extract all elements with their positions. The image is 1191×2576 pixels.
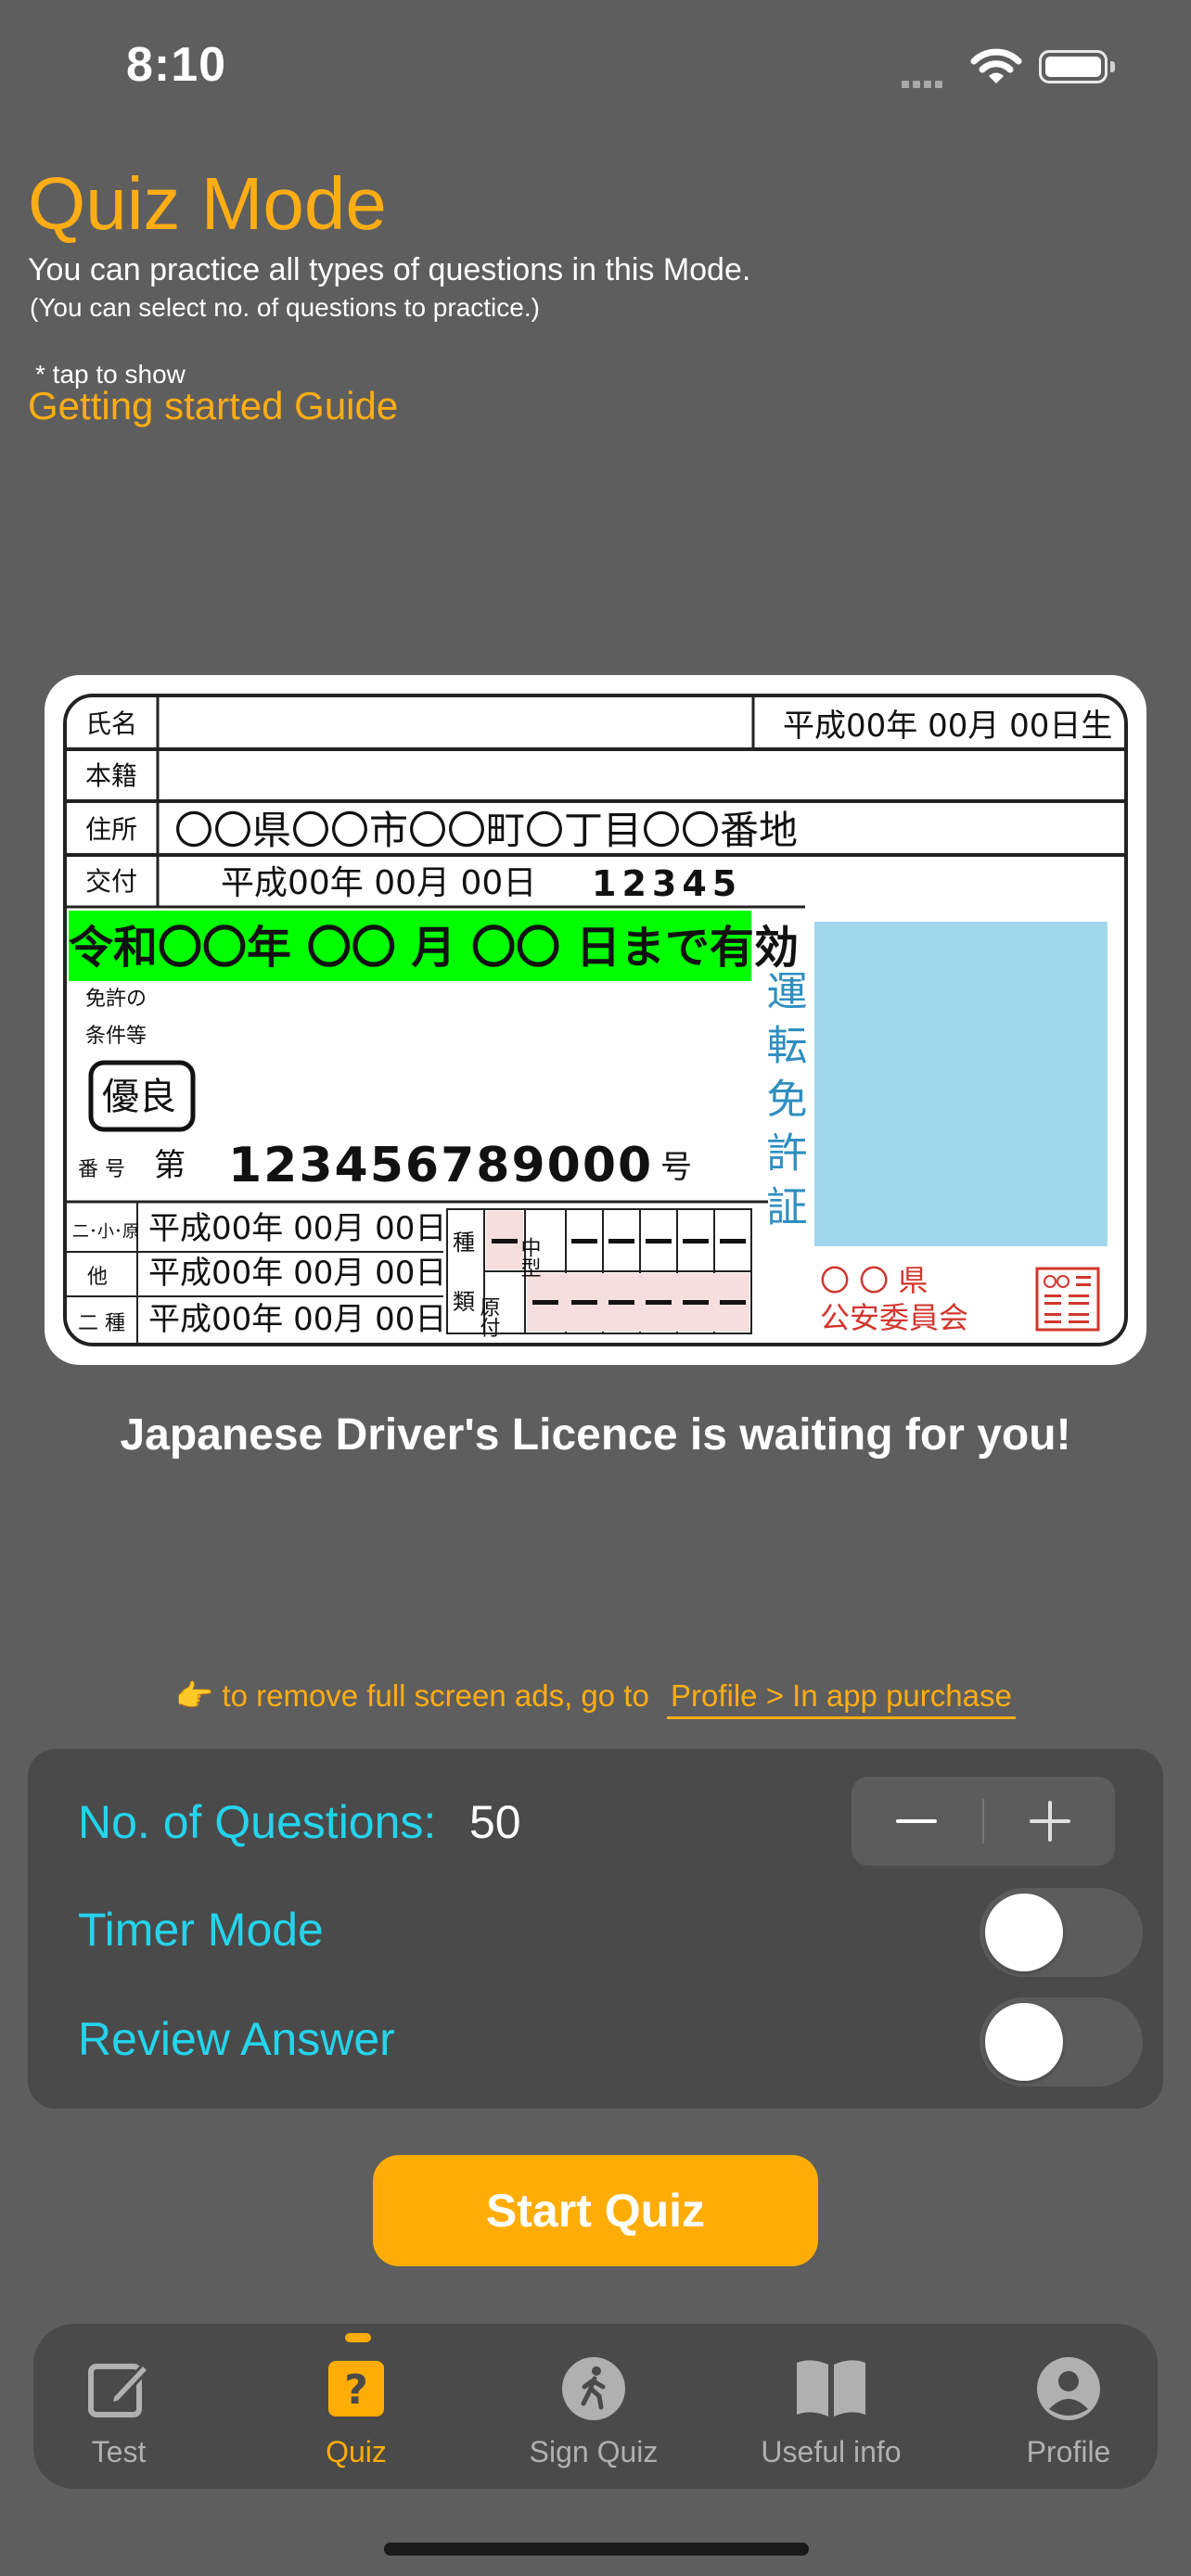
card-excellent-badge: 優良 bbox=[102, 1076, 176, 1118]
remove-ads-note: 👉 to remove full screen ads, go to Profi… bbox=[0, 1678, 1191, 1719]
tab-label: Sign Quiz bbox=[529, 2435, 659, 2468]
card-class-date-2: 平成00年 00月 00日 bbox=[148, 1255, 446, 1292]
card-license-vertical: 運転免許証 bbox=[760, 970, 807, 1239]
card-class-date-3: 平成00年 00月 00日 bbox=[148, 1301, 446, 1338]
home-indicator bbox=[384, 2543, 809, 2556]
questions-count-value: 50 bbox=[469, 1796, 521, 1848]
tab-test[interactable]: Test bbox=[26, 2355, 211, 2469]
svg-text:?: ? bbox=[344, 2366, 368, 2414]
card-number-prefix: 第 bbox=[154, 1147, 186, 1184]
tab-profile[interactable]: Profile bbox=[976, 2355, 1161, 2469]
pointing-hand-icon: 👉 bbox=[175, 1678, 214, 1713]
page-subtitle: You can practice all types of questions … bbox=[28, 252, 751, 287]
card-number-suffix: 号 bbox=[660, 1149, 692, 1186]
page-subnote: (You can select no. of questions to prac… bbox=[30, 293, 540, 322]
tab-label: Profile bbox=[1026, 2435, 1111, 2468]
tab-useful-info[interactable]: Useful info bbox=[738, 2355, 924, 2469]
remove-ads-text: to remove full screen ads, go to bbox=[222, 1678, 649, 1713]
question-icon: ? bbox=[328, 2361, 384, 2417]
card-address-label: 住所 bbox=[85, 814, 137, 845]
getting-started-guide-link[interactable]: Getting started Guide bbox=[28, 384, 398, 428]
card-class-label-2: 他 bbox=[87, 1266, 108, 1289]
card-commission-line-2: 公安委員会 bbox=[820, 1300, 968, 1335]
card-conditions-label-1: 免許の bbox=[85, 988, 147, 1011]
card-type-label-2: 類 bbox=[453, 1289, 475, 1315]
card-issue-number: 12345 bbox=[592, 863, 742, 904]
card-type-moped: 原付 bbox=[477, 1296, 501, 1337]
decrement-button[interactable] bbox=[852, 1777, 981, 1866]
battery-icon bbox=[1039, 50, 1108, 83]
card-conditions-label-2: 条件等 bbox=[85, 1025, 147, 1048]
timer-mode-label: Timer Mode bbox=[78, 1904, 324, 1956]
minus-icon bbox=[896, 1819, 937, 1823]
card-type-label-1: 種 bbox=[453, 1230, 475, 1256]
card-class-date-1: 平成00年 00月 00日 bbox=[148, 1210, 446, 1247]
book-icon bbox=[797, 2360, 865, 2417]
tab-sign-quiz[interactable]: Sign Quiz bbox=[501, 2355, 686, 2469]
card-address: 〇〇県〇〇市〇〇町〇丁目〇〇番地 bbox=[174, 808, 798, 853]
battery-cap bbox=[1110, 61, 1115, 72]
card-issue-label: 交付 bbox=[85, 866, 137, 897]
cellular-signal-icon bbox=[902, 76, 946, 93]
card-name-label: 氏名 bbox=[85, 708, 137, 739]
status-time: 8:10 bbox=[126, 38, 227, 92]
card-issue-date: 平成00年 00月 00日 bbox=[221, 864, 536, 902]
increment-button[interactable] bbox=[985, 1777, 1115, 1866]
walking-icon bbox=[562, 2357, 625, 2420]
review-answer-toggle[interactable] bbox=[980, 1997, 1143, 2086]
card-number-label: 番 号 bbox=[78, 1158, 125, 1181]
person-icon bbox=[1037, 2357, 1100, 2420]
quiz-settings-panel: No. of Questions: 50 Timer Mode Review A… bbox=[28, 1749, 1163, 2109]
card-photo-area bbox=[814, 922, 1108, 1246]
review-answer-label: Review Answer bbox=[78, 2013, 395, 2065]
tab-quiz[interactable]: ? Quiz bbox=[263, 2355, 449, 2469]
tab-label: Test bbox=[91, 2435, 147, 2468]
start-quiz-button[interactable]: Start Quiz bbox=[373, 2155, 818, 2266]
card-valid-until: 令和〇〇年 〇〇 月 〇〇 日まで有効 bbox=[69, 922, 799, 974]
questions-count-label: No. of Questions: bbox=[78, 1796, 437, 1848]
edit-icon bbox=[88, 2362, 151, 2417]
tab-label: Quiz bbox=[326, 2435, 387, 2468]
in-app-purchase-link[interactable]: Profile > In app purchase bbox=[667, 1678, 1016, 1719]
timer-mode-toggle[interactable] bbox=[980, 1888, 1143, 1977]
card-birth-date: 平成00年 00月 00日生 bbox=[783, 708, 1112, 745]
card-class-label-1: 二･小･原 bbox=[72, 1222, 139, 1242]
card-domicile-label: 本籍 bbox=[85, 760, 137, 791]
wifi-icon bbox=[970, 46, 1022, 90]
card-official-seal bbox=[1035, 1267, 1100, 1332]
card-commission-line-1: 〇 〇 県 bbox=[820, 1263, 928, 1298]
active-tab-indicator bbox=[345, 2333, 371, 2342]
page-title: Quiz Mode bbox=[28, 162, 387, 245]
tab-label: Useful info bbox=[761, 2435, 902, 2468]
card-license-number: 123456789000 bbox=[228, 1138, 653, 1193]
questions-stepper bbox=[852, 1777, 1115, 1866]
license-card-illustration: 氏名 平成00年 00月 00日生 本籍 住所 〇〇県〇〇市〇〇町〇丁目〇〇番地… bbox=[45, 675, 1146, 1365]
card-type-mid: 中型 bbox=[518, 1237, 541, 1278]
tagline: Japanese Driver's Licence is waiting for… bbox=[120, 1410, 1071, 1460]
card-class-label-3: 二 種 bbox=[78, 1312, 125, 1335]
